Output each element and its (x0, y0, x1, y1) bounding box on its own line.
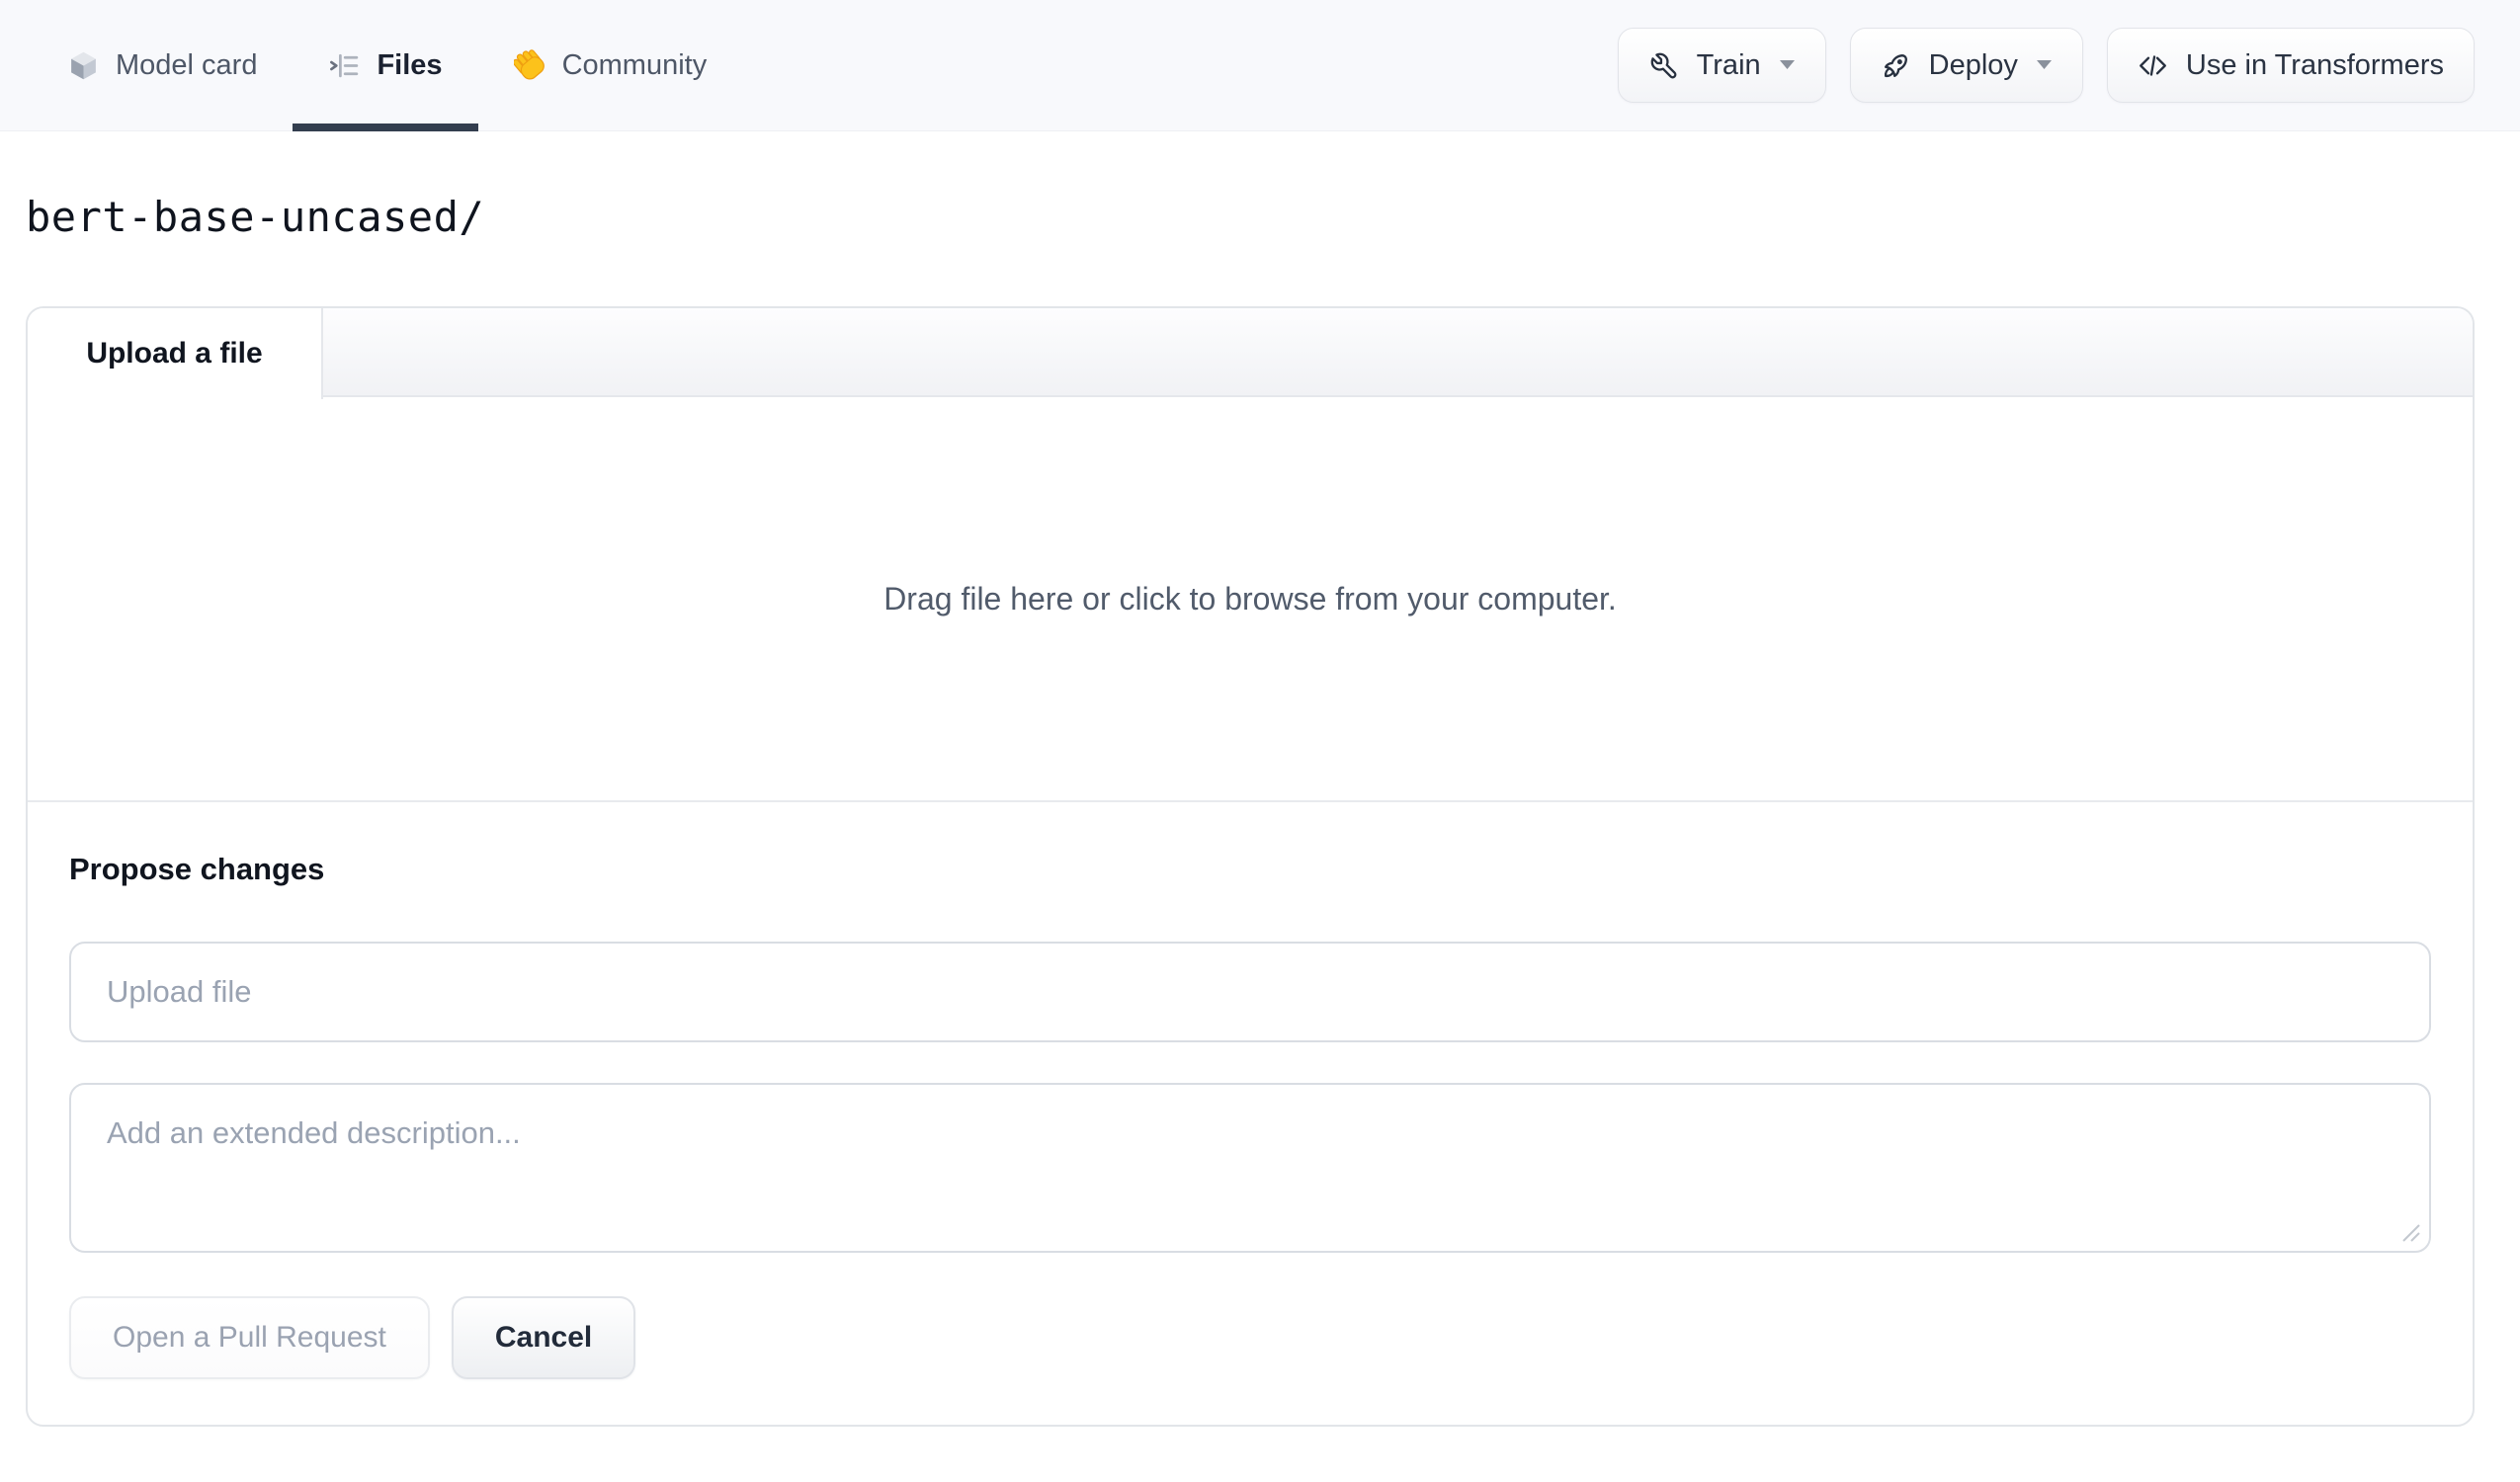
tab-community[interactable]: Community (478, 0, 743, 130)
tab-upload-a-file[interactable]: Upload a file (28, 308, 323, 399)
propose-changes-section: Propose changes Open a Pull Request Canc… (28, 802, 2473, 1425)
button-label: Use in Transformers (2185, 48, 2444, 81)
extended-description-textarea[interactable] (69, 1083, 2431, 1253)
upload-file-input[interactable] (69, 942, 2431, 1042)
tab-files[interactable]: Files (293, 0, 478, 131)
tab-label: Files (377, 48, 443, 81)
section-heading: Propose changes (69, 852, 325, 886)
files-list-icon (328, 49, 361, 82)
button-label: Deploy (1928, 48, 2018, 81)
upload-panel-tabbar: Upload a file (28, 308, 2473, 399)
chevron-down-icon (2036, 59, 2053, 71)
dropzone-hint-text: Drag file here or click to browse from y… (883, 580, 1617, 617)
upload-panel: Upload a file Drag file here or click to… (26, 306, 2475, 1427)
waving-hand-icon (513, 48, 546, 82)
form-actions: Open a Pull Request Cancel (69, 1296, 2431, 1379)
use-in-transformers-button[interactable]: Use in Transformers (2106, 28, 2475, 103)
tab-label: Model card (116, 48, 258, 81)
description-field-wrapper (69, 1083, 2431, 1253)
deploy-button[interactable]: Deploy (1849, 28, 2083, 103)
open-pull-request-button[interactable]: Open a Pull Request (69, 1296, 430, 1379)
cube-icon (67, 49, 100, 82)
tab-label: Upload a file (86, 337, 263, 370)
cancel-button[interactable]: Cancel (451, 1296, 636, 1379)
header-actions: Train Deploy Use in Transformers (1617, 0, 2475, 130)
repo-header: Model card Files Community Train Deploy … (0, 0, 2520, 131)
button-label: Train (1696, 48, 1761, 81)
repo-tabs: Model card Files Community (32, 0, 743, 131)
wrench-icon (1650, 52, 1677, 78)
chevron-down-icon (1779, 59, 1796, 71)
file-dropzone[interactable]: Drag file here or click to browse from y… (28, 397, 2473, 802)
tab-label: Community (561, 48, 708, 81)
breadcrumb[interactable]: bert-base-uncased/ (26, 193, 2520, 241)
train-button[interactable]: Train (1617, 28, 1826, 103)
code-icon (2139, 54, 2166, 76)
rocket-icon (1884, 53, 1907, 77)
tab-model-card[interactable]: Model card (32, 0, 293, 130)
